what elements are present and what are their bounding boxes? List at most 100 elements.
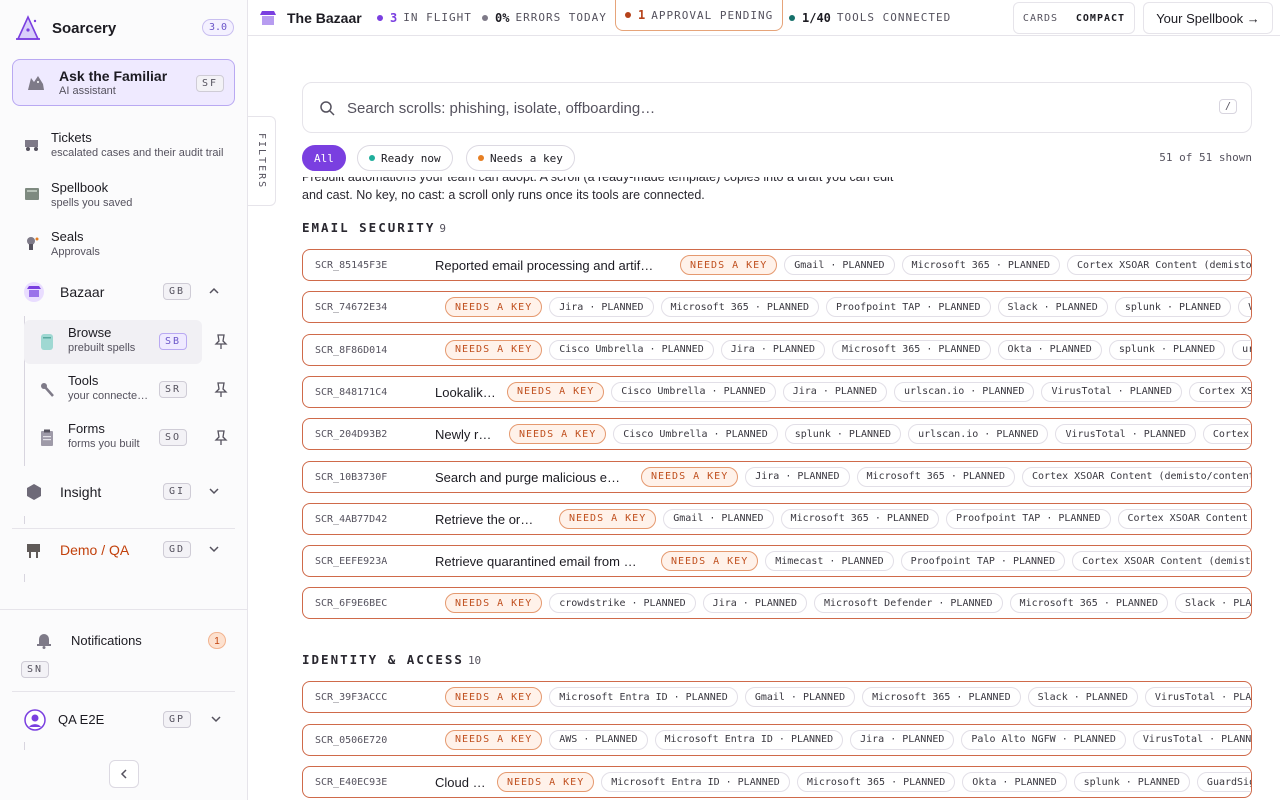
tool-tag: Gmail · PLANNED xyxy=(784,255,895,275)
tag-list: NEEDS A KEY Cisco Umbrella · PLANNED Jira … xyxy=(507,381,1251,402)
pin-icon[interactable] xyxy=(214,334,228,350)
errors-value: 0% xyxy=(495,10,510,25)
needs-key-badge[interactable]: NEEDS A KEY xyxy=(497,772,595,792)
sidebar-group-demo-qa[interactable]: Demo / QA GD xyxy=(12,533,235,567)
ask-familiar-button[interactable]: Ask the Familiar AI assistant SF xyxy=(12,59,235,106)
needs-key-badge[interactable]: NEEDS A KEY xyxy=(509,424,607,445)
chevron-down-icon[interactable] xyxy=(208,485,220,497)
approval-pending-stat[interactable]: 1 APPROVAL PENDING xyxy=(615,0,784,31)
divider xyxy=(12,691,235,692)
scroll-row[interactable]: SCR_204D93B2 Newly r… NEEDS A KEY Cisco Umb… xyxy=(302,418,1252,451)
tool-tag: Cisco Umbrella · PLANNED xyxy=(611,381,776,402)
tool-tag: Jira · PLANNED xyxy=(850,729,955,750)
crystal-icon xyxy=(27,484,41,500)
needs-key-badge[interactable]: NEEDS A KEY xyxy=(445,593,543,614)
spellbook-subtitle: spells you saved xyxy=(51,197,133,209)
tool-tag: Jira · PLANNED xyxy=(720,339,826,360)
tool-tag: splunk · PLANNED xyxy=(784,424,902,445)
tag-list: NEEDS A KEY Cisco Umbrella · PLANNED splun… xyxy=(509,424,1251,445)
scroll-row[interactable]: SCR_0506E720 NEEDS A KEY AWS · PLANNED Micr… xyxy=(302,723,1252,756)
wrench-icon xyxy=(41,383,54,397)
chevron-down-icon[interactable] xyxy=(208,543,220,555)
seals-label: Seals xyxy=(51,229,84,244)
scroll-row[interactable]: SCR_85145F3E Reported email processing an… xyxy=(302,249,1252,281)
page-title: The Bazaar xyxy=(259,0,362,35)
section-count: 10 xyxy=(467,654,482,667)
collapse-sidebar-button[interactable] xyxy=(109,760,139,788)
scroll-row[interactable]: SCR_8F86D014 NEEDS A KEY Cisco Umbrella · … xyxy=(302,333,1252,366)
section-name: IDENTITY & ACCESS xyxy=(302,652,464,667)
tool-tag: Jira · PLANNED xyxy=(549,297,654,318)
market-stall-icon xyxy=(260,10,276,25)
filter-chip-ready-now[interactable]: Ready now xyxy=(357,145,453,171)
tag-list: NEEDS A KEY crowdstrike · PLANNED Jira · P… xyxy=(445,593,1251,614)
tool-tag: Cisco Umbrella · PLANNED xyxy=(613,424,778,445)
pin-icon[interactable] xyxy=(214,430,228,446)
scroll-icon xyxy=(41,334,53,350)
filter-chip-needs-key[interactable]: Needs a key xyxy=(466,145,575,171)
chevron-down-icon[interactable] xyxy=(210,713,222,725)
brand[interactable]: Soarcery 3.0 xyxy=(14,14,234,42)
tool-tag: splunk · PLANNED xyxy=(1114,297,1232,318)
your-spellbook-button[interactable]: Your Spellbook → xyxy=(1143,2,1273,34)
tool-tag: Cortex XSOAR Content (demisto/content) xyxy=(1117,508,1251,529)
insight-label: Insight xyxy=(60,484,102,500)
tool-tag: Cortex XSOAR Content xyxy=(1188,381,1251,402)
scroll-row[interactable]: SCR_4AB77D42 Retrieve the or… NEEDS A KEY G… xyxy=(302,502,1252,535)
needs-key-badge[interactable]: NEEDS A KEY xyxy=(507,381,605,402)
needs-key-badge[interactable]: NEEDS A KEY xyxy=(445,687,543,707)
sidebar-group-bazaar[interactable]: Bazaar GB xyxy=(12,275,235,309)
scroll-id: SCR_E40EC93E xyxy=(315,777,388,788)
sidebar-item-browse[interactable]: Browse prebuilt spells SB xyxy=(24,320,202,364)
errors-label: ERRORS TODAY xyxy=(515,11,607,24)
user-guide-line xyxy=(24,742,25,750)
scroll-id: SCR_74672E34 xyxy=(315,302,388,314)
scroll-row[interactable]: SCR_E40EC93E Cloud … NEEDS A KEY Microsoft … xyxy=(302,766,1252,798)
market-stall-icon xyxy=(24,282,44,302)
tag-list: NEEDS A KEY Microsoft Entra ID · PLANNED M… xyxy=(497,772,1251,792)
tools-connected-stat[interactable]: 1/40 TOOLS CONNECTED xyxy=(789,0,951,35)
view-cards-button[interactable]: CARDS xyxy=(1023,13,1058,24)
needs-key-badge[interactable]: NEEDS A KEY xyxy=(661,551,759,572)
scroll-row[interactable]: SCR_10B3730F Search and purge malicious e… xyxy=(302,460,1252,493)
filters-toggle[interactable]: FILTERS xyxy=(248,116,276,206)
pin-icon[interactable] xyxy=(214,382,228,398)
notifications-button[interactable]: Notifications 1 xyxy=(12,626,235,654)
sidebar-group-insight[interactable]: Insight GI xyxy=(12,475,235,509)
scroll-title: Lookalik… xyxy=(435,384,496,400)
tool-tag: splunk · PLANNED xyxy=(1073,772,1190,792)
needs-key-badge[interactable]: NEEDS A KEY xyxy=(559,508,657,529)
scroll-row[interactable]: SCR_EEFE923A Retrieve quarantined email f… xyxy=(302,545,1252,578)
scroll-row[interactable]: SCR_39F3ACCC NEEDS A KEY Microsoft Entra I… xyxy=(302,681,1252,713)
scroll-row[interactable]: SCR_848171C4 Lookalik… NEEDS A KEY Cisco Um… xyxy=(302,375,1252,408)
scroll-row[interactable]: SCR_74672E34 NEEDS A KEY Jira · PLANNED Mic… xyxy=(302,291,1252,324)
errors-stat[interactable]: 0% ERRORS TODAY xyxy=(482,0,607,35)
sidebar-item-forms[interactable]: Forms forms you built SO xyxy=(24,416,234,460)
tag-list: NEEDS A KEY Jira · PLANNED Microsoft 365 ·… xyxy=(445,297,1251,318)
status-dot xyxy=(369,155,375,161)
user-menu[interactable]: QA E2E GP xyxy=(12,703,235,737)
tool-tag: Palo Alto NGFW · PLANNED xyxy=(961,729,1126,750)
needs-key-badge[interactable]: NEEDS A KEY xyxy=(680,255,778,275)
needs-key-badge[interactable]: NEEDS A KEY xyxy=(445,729,543,750)
view-compact-button[interactable]: COMPACT xyxy=(1076,13,1125,24)
tool-tag: Okta · PLANNED xyxy=(962,772,1067,792)
in-flight-stat[interactable]: 3 IN FLIGHT xyxy=(377,0,472,35)
tool-tag: Microsoft 365 · PLANNED xyxy=(856,466,1016,487)
sidebar-item-tools[interactable]: Tools your connecte… SR xyxy=(24,368,234,412)
book-icon xyxy=(25,188,39,200)
search-input[interactable] xyxy=(347,97,1207,119)
needs-key-badge[interactable]: NEEDS A KEY xyxy=(445,339,543,360)
needs-key-badge[interactable]: NEEDS A KEY xyxy=(445,297,543,318)
tool-tag: Mimecast · PLANNED xyxy=(765,551,894,572)
scroll-id: SCR_EEFE923A xyxy=(315,556,388,568)
scroll-id: SCR_848171C4 xyxy=(315,386,388,398)
filter-chip-all[interactable]: All xyxy=(302,145,346,171)
chevron-up-icon[interactable] xyxy=(208,285,220,297)
tool-tag: Slack · PLANNED xyxy=(997,297,1108,318)
needs-key-badge[interactable]: NEEDS A KEY xyxy=(641,466,739,487)
scroll-row[interactable]: SCR_6F9E6BEC NEEDS A KEY crowdstrike · PLA… xyxy=(302,587,1252,620)
tool-tag: crowdstrike · PLANNED xyxy=(549,593,696,614)
filters-label: FILTERS xyxy=(256,133,267,190)
bazaar-shortcut: GB xyxy=(163,283,192,300)
